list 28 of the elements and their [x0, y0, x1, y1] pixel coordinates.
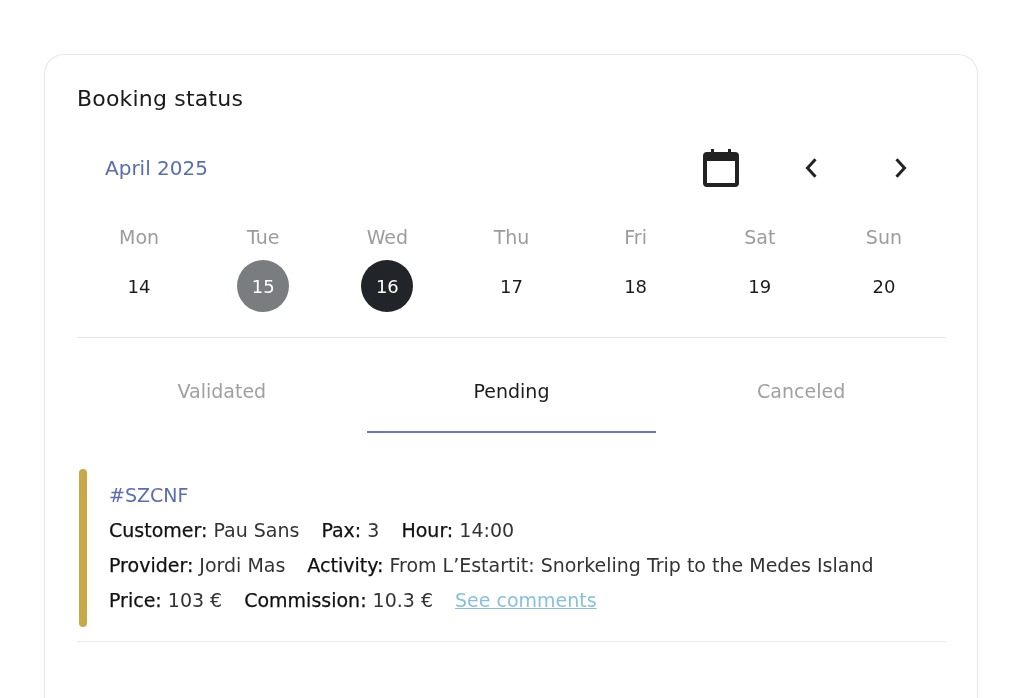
day-button[interactable]: 18 — [609, 260, 662, 312]
card-title: Booking status — [77, 85, 244, 113]
day-button[interactable]: 14 — [113, 260, 166, 312]
booking-field: Commission: 10.3 € — [244, 583, 434, 618]
weekday-label: Mon — [119, 225, 160, 250]
booking-field: Provider: Jordi Mas — [109, 548, 286, 583]
weekday-label: Thu — [493, 225, 530, 250]
chevron-left-icon — [805, 158, 817, 178]
weekday-label: Sun — [865, 225, 902, 250]
booking-code: #SZCNF — [109, 483, 189, 508]
weekday-label: Fri — [624, 225, 647, 250]
weekday-label: Wed — [366, 225, 409, 250]
weekday-label: Sat — [744, 225, 776, 250]
weekday-label: Tue — [247, 225, 280, 250]
month-label[interactable]: April 2025 — [105, 156, 208, 180]
booking-field: Pax: 3 — [321, 513, 380, 548]
booking-field: Hour: 14:00 — [401, 513, 515, 548]
calendar-icon — [703, 149, 739, 187]
booking-field: Activity: From L’Estartit: Snorkeling Trip to the Medes Island — [307, 548, 874, 583]
status-tab[interactable]: Pending — [366, 358, 657, 433]
day-button[interactable]: 19 — [733, 260, 786, 312]
chevron-right-icon — [895, 158, 907, 178]
day-button[interactable]: 15 — [237, 260, 290, 312]
booking-field: Customer: Pau Sans — [109, 513, 300, 548]
day-button[interactable]: 16 — [361, 260, 414, 312]
booking-field: Price: 103 € — [109, 583, 223, 618]
day-button[interactable]: 20 — [857, 260, 910, 312]
day-button[interactable]: 17 — [485, 260, 538, 312]
